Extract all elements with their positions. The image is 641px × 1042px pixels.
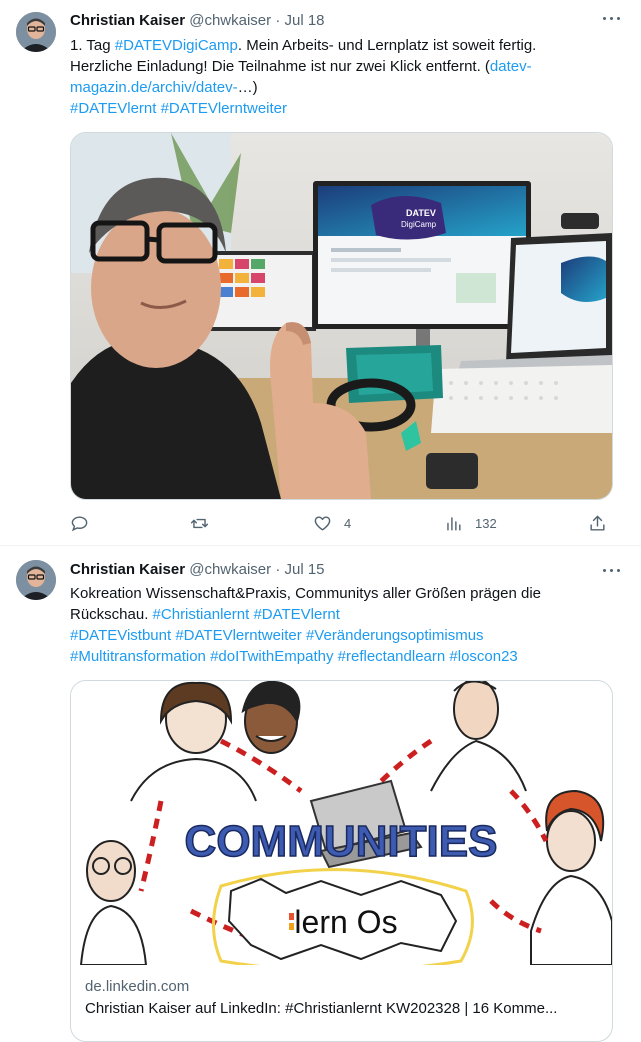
hashtag-link[interactable]: #DATEVlerntweiter <box>175 627 301 644</box>
tweet-text-line: Rückschau. #Christianlernt #DATEVlernt <box>70 604 625 625</box>
card-title[interactable]: Christian Kaiser auf LinkedIn: #Christia… <box>85 999 598 1019</box>
card-domain: de.linkedin.com <box>85 978 190 995</box>
link-card[interactable]: COMMUNITIES lern Os de.linkedin.com Chri… <box>70 680 613 1042</box>
card-meta: de.linkedin.com Christian Kaiser auf Lin… <box>71 965 612 1031</box>
views-button[interactable]: 132 <box>444 513 497 533</box>
card-image-communities-sketch: COMMUNITIES lern Os <box>71 681 612 973</box>
text-segment: 1. Tag <box>70 37 115 54</box>
hashtag-link[interactable]: #reflectandlearn <box>338 648 446 665</box>
text-segment: Kokreation Wissenschaft&Praxis, Communit… <box>70 585 542 602</box>
retweet-button[interactable] <box>190 513 221 533</box>
url-link[interactable]: magazin.de/archiv/datev- <box>70 79 238 96</box>
hashtag-link[interactable]: #DATEVistbunt <box>70 627 171 644</box>
views-count: 132 <box>475 515 497 531</box>
screen-title: DigiCamp <box>401 220 437 229</box>
tweet-text: Kokreation Wissenschaft&Praxis, Communit… <box>70 583 625 667</box>
reply-button[interactable] <box>70 513 101 533</box>
card-image-text-communities: COMMUNITIES <box>185 817 498 866</box>
text-segment: . Mein Arbeits- und Lernplatz ist soweit… <box>237 37 537 54</box>
tweet[interactable]: Christian Kaiser @chwkaiser · Jul 18 1. … <box>0 0 641 546</box>
hashtag-link[interactable]: #Multitransformation <box>70 648 206 665</box>
author-handle[interactable]: @chwkaiser <box>189 561 271 578</box>
tweet-text-line: #DATEVlernt #DATEVlerntweiter <box>70 98 625 119</box>
hashtag-link[interactable]: #Veränderungsoptimismus <box>306 627 484 644</box>
author-name[interactable]: Christian Kaiser <box>70 561 185 578</box>
hashtag-link[interactable]: #DATEVlernt <box>70 100 156 117</box>
tweet-text-line: 1. Tag #DATEVDigiCamp. Mein Arbeits- und… <box>70 35 625 56</box>
avatar-image <box>16 560 56 600</box>
tweet-text: 1. Tag #DATEVDigiCamp. Mein Arbeits- und… <box>70 35 625 119</box>
more-icon[interactable] <box>601 8 623 30</box>
hashtag-link[interactable]: #DATEVlerntweiter <box>161 100 287 117</box>
more-icon[interactable] <box>601 560 623 582</box>
text-segment: …) <box>237 79 258 96</box>
photo-desk-selfie: DATEV DigiCamp <box>71 133 612 499</box>
tweet-text-line: #DATEVistbunt #DATEVlerntweiter #Verände… <box>70 625 625 646</box>
tweet-date[interactable]: Jul 15 <box>284 561 324 578</box>
share-icon <box>590 515 605 531</box>
avatar[interactable] <box>16 560 56 600</box>
tweet-actions: 4 132 <box>70 513 615 535</box>
tweet[interactable]: Christian Kaiser @chwkaiser · Jul 15 Kok… <box>0 546 641 1042</box>
hashtag-link[interactable]: #loscon23 <box>449 648 517 665</box>
text-segment: Rückschau. <box>70 606 153 623</box>
retweet-icon <box>190 518 209 528</box>
hashtag-link[interactable]: #doITwithEmpathy <box>210 648 333 665</box>
text-segment: Herzliche Einladung! Die Teilnahme ist n… <box>70 58 490 75</box>
avatar[interactable] <box>16 12 56 52</box>
hashtag-link[interactable]: #Christianlernt <box>153 606 250 623</box>
tweet-text-line: Kokreation Wissenschaft&Praxis, Communit… <box>70 583 625 604</box>
tweet-header: Christian Kaiser @chwkaiser · Jul 18 <box>70 10 625 32</box>
like-button[interactable]: 4 <box>313 513 351 533</box>
tweet-date[interactable]: Jul 18 <box>284 12 324 29</box>
hashtag-link[interactable]: #DATEVDigiCamp <box>115 37 238 54</box>
like-icon <box>314 515 331 531</box>
share-button[interactable] <box>588 513 607 533</box>
tweet-text-line: magazin.de/archiv/datev-…) <box>70 77 625 98</box>
tweet-text-line: #Multitransformation #doITwithEmpathy #r… <box>70 646 625 667</box>
separator-dot: · <box>275 561 281 578</box>
hashtag-link[interactable]: #DATEVlernt <box>253 606 339 623</box>
tweet-photo[interactable]: DATEV DigiCamp <box>70 132 613 500</box>
views-icon <box>447 516 461 531</box>
like-count: 4 <box>344 515 352 531</box>
card-image-text-lernos: lern Os <box>294 904 397 940</box>
tweet-text-line: Herzliche Einladung! Die Teilnahme ist n… <box>70 56 625 77</box>
avatar-image <box>16 12 56 52</box>
screen-brand: DATEV <box>406 208 436 218</box>
reply-icon <box>71 515 88 531</box>
author-handle[interactable]: @chwkaiser <box>189 12 271 29</box>
url-link[interactable]: datev- <box>490 58 532 75</box>
tweet-header: Christian Kaiser @chwkaiser · Jul 15 <box>70 559 625 581</box>
separator-dot: · <box>275 12 281 29</box>
author-name[interactable]: Christian Kaiser <box>70 12 185 29</box>
